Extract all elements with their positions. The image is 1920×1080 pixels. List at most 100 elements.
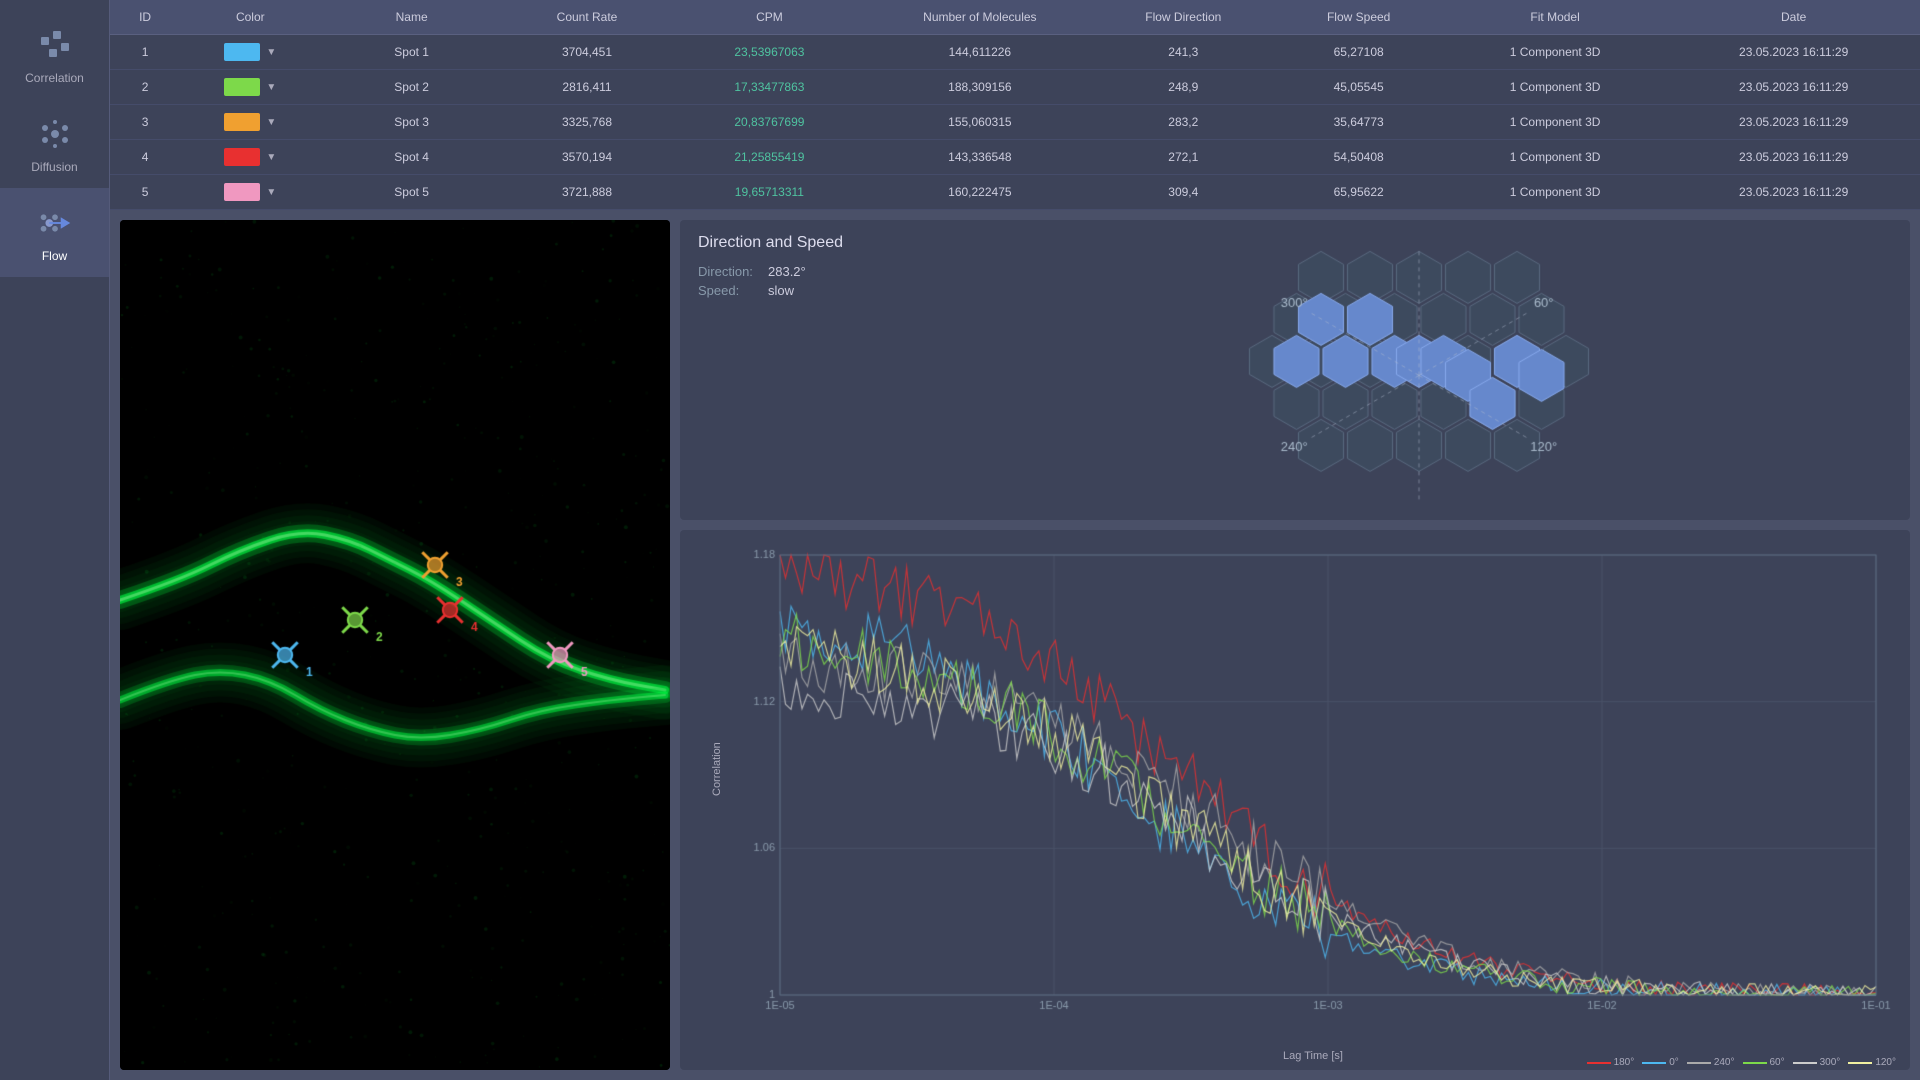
- cell-molecules: 144,611226: [868, 35, 1092, 70]
- direction-value: 283.2°: [768, 264, 806, 279]
- cell-fit-model: 1 Component 3D: [1443, 140, 1667, 175]
- microscopy-image-panel: [120, 220, 670, 1070]
- cell-fit-model: 1 Component 3D: [1443, 35, 1667, 70]
- cell-molecules: 188,309156: [868, 70, 1092, 105]
- col-date: Date: [1667, 0, 1920, 35]
- microscopy-canvas: [120, 220, 670, 1070]
- diffusion-icon: [34, 113, 76, 155]
- sidebar: Correlation Diffusion: [0, 0, 110, 1080]
- cell-name: Spot 4: [320, 140, 502, 175]
- cell-molecules: 155,060315: [868, 105, 1092, 140]
- cell-flow-speed: 65,27108: [1274, 35, 1442, 70]
- cell-cpm: 20,83767699: [671, 105, 867, 140]
- col-molecules: Number of Molecules: [868, 0, 1092, 35]
- bottom-section: Direction and Speed Direction: 283.2° Sp…: [110, 210, 1920, 1080]
- col-count-rate: Count Rate: [503, 0, 671, 35]
- cell-name: Spot 5: [320, 175, 502, 210]
- sidebar-label-diffusion: Diffusion: [31, 160, 77, 174]
- col-cpm: CPM: [671, 0, 867, 35]
- cell-date: 23.05.2023 16:11:29: [1667, 175, 1920, 210]
- cell-color: ▼: [180, 175, 320, 210]
- data-table-area: ID Color Name Count Rate CPM Number of M…: [110, 0, 1920, 210]
- chart-y-label: Correlation: [711, 742, 723, 796]
- direction-row: Direction: 283.2°: [698, 264, 878, 279]
- table-row[interactable]: 2 ▼ Spot 2 2816,411 17,33477863 188,3091…: [110, 70, 1920, 105]
- cell-flow-dir: 283,2: [1092, 105, 1274, 140]
- direction-title: Direction and Speed: [698, 234, 878, 252]
- col-id: ID: [110, 0, 180, 35]
- speed-label: Speed:: [698, 283, 758, 298]
- cell-date: 23.05.2023 16:11:29: [1667, 35, 1920, 70]
- cell-flow-speed: 45,05545: [1274, 70, 1442, 105]
- correlation-icon: [34, 24, 76, 66]
- cell-color: ▼: [180, 105, 320, 140]
- sidebar-item-correlation[interactable]: Correlation: [0, 10, 109, 99]
- chart-legend: 180° 0° 240° 60° 300° 120°: [1587, 1057, 1896, 1068]
- cell-flow-dir: 241,3: [1092, 35, 1274, 70]
- col-name: Name: [320, 0, 502, 35]
- chart-x-label: Lag Time [s]: [1283, 1050, 1343, 1062]
- table-row[interactable]: 1 ▼ Spot 1 3704,451 23,53967063 144,6112…: [110, 35, 1920, 70]
- cell-count-rate: 3704,451: [503, 35, 671, 70]
- sidebar-item-diffusion[interactable]: Diffusion: [0, 99, 109, 188]
- cell-flow-dir: 248,9: [1092, 70, 1274, 105]
- table-row[interactable]: 5 ▼ Spot 5 3721,888 19,65713311 160,2224…: [110, 175, 1920, 210]
- cell-count-rate: 3721,888: [503, 175, 671, 210]
- legend-item: 60°: [1743, 1057, 1785, 1068]
- cell-count-rate: 2816,411: [503, 70, 671, 105]
- chart-area: Correlation Lag Time [s] 180°0°240°60°30…: [730, 540, 1896, 1040]
- col-fit-model: Fit Model: [1443, 0, 1667, 35]
- cell-date: 23.05.2023 16:11:29: [1667, 105, 1920, 140]
- spots-table: ID Color Name Count Rate CPM Number of M…: [110, 0, 1920, 210]
- direction-info: Direction and Speed Direction: 283.2° Sp…: [698, 234, 878, 506]
- sidebar-item-flow[interactable]: Flow: [0, 188, 109, 277]
- col-flow-speed: Flow Speed: [1274, 0, 1442, 35]
- correlation-chart-panel: Correlation Lag Time [s] 180° 0° 240° 60° 30…: [680, 530, 1910, 1070]
- cell-id: 1: [110, 35, 180, 70]
- legend-item: 240°: [1687, 1057, 1735, 1068]
- cell-color: ▼: [180, 70, 320, 105]
- cell-fit-model: 1 Component 3D: [1443, 105, 1667, 140]
- col-color: Color: [180, 0, 320, 35]
- legend-item: 120°: [1848, 1057, 1896, 1068]
- cell-flow-speed: 35,64773: [1274, 105, 1442, 140]
- cell-flow-speed: 54,50408: [1274, 140, 1442, 175]
- cell-id: 3: [110, 105, 180, 140]
- legend-item: 180°: [1587, 1057, 1635, 1068]
- main-content: ID Color Name Count Rate CPM Number of M…: [110, 0, 1920, 1080]
- speed-value: slow: [768, 283, 794, 298]
- table-row[interactable]: 4 ▼ Spot 4 3570,194 21,25855419 143,3365…: [110, 140, 1920, 175]
- cell-id: 5: [110, 175, 180, 210]
- direction-speed-panel: Direction and Speed Direction: 283.2° Sp…: [680, 220, 1910, 520]
- compass-canvas: [1210, 235, 1590, 505]
- table-row[interactable]: 3 ▼ Spot 3 3325,768 20,83767699 155,0603…: [110, 105, 1920, 140]
- cell-date: 23.05.2023 16:11:29: [1667, 70, 1920, 105]
- cell-id: 2: [110, 70, 180, 105]
- cell-count-rate: 3325,768: [503, 105, 671, 140]
- cell-fit-model: 1 Component 3D: [1443, 70, 1667, 105]
- cell-name: Spot 1: [320, 35, 502, 70]
- cell-cpm: 19,65713311: [671, 175, 867, 210]
- col-flow-dir: Flow Direction: [1092, 0, 1274, 35]
- legend-item: 0°: [1642, 1057, 1679, 1068]
- cell-flow-speed: 65,95622: [1274, 175, 1442, 210]
- chart-canvas: [730, 540, 1896, 1030]
- cell-cpm: 23,53967063: [671, 35, 867, 70]
- cell-flow-dir: 309,4: [1092, 175, 1274, 210]
- sidebar-label-flow: Flow: [42, 249, 67, 263]
- cell-name: Spot 3: [320, 105, 502, 140]
- speed-row: Speed: slow: [698, 283, 878, 298]
- cell-name: Spot 2: [320, 70, 502, 105]
- cell-color: ▼: [180, 140, 320, 175]
- cell-id: 4: [110, 140, 180, 175]
- legend-item: 300°: [1793, 1057, 1841, 1068]
- cell-molecules: 160,222475: [868, 175, 1092, 210]
- cell-cpm: 17,33477863: [671, 70, 867, 105]
- right-panel: Direction and Speed Direction: 283.2° Sp…: [680, 210, 1920, 1080]
- cell-color: ▼: [180, 35, 320, 70]
- cell-flow-dir: 272,1: [1092, 140, 1274, 175]
- cell-fit-model: 1 Component 3D: [1443, 175, 1667, 210]
- cell-molecules: 143,336548: [868, 140, 1092, 175]
- cell-cpm: 21,25855419: [671, 140, 867, 175]
- sidebar-label-correlation: Correlation: [25, 71, 84, 85]
